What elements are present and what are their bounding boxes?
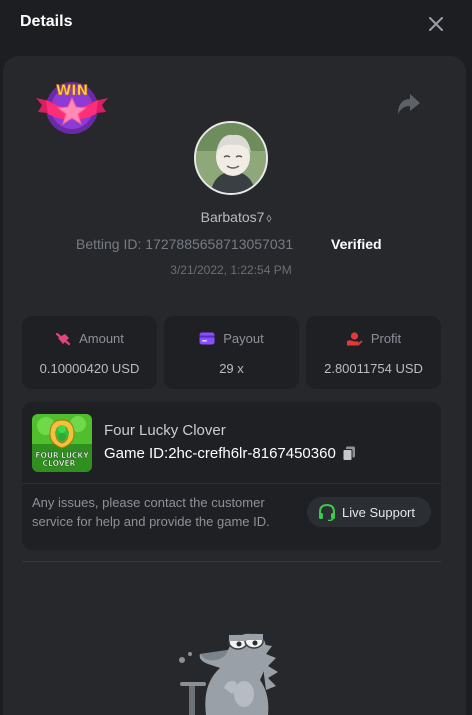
betting-id-value: 1727885658713057031	[145, 236, 294, 252]
betting-id-label: Betting ID:	[76, 236, 142, 252]
stat-amount-value: 0.10000420 USD	[39, 361, 140, 376]
game-name[interactable]: Four Lucky Clover	[104, 422, 226, 439]
share-button[interactable]	[396, 93, 422, 117]
username: Barbatos7 ◊	[200, 209, 272, 225]
stat-amount: Amount 0.10000420 USD	[22, 316, 157, 389]
amount-icon	[55, 332, 71, 345]
game-thumbnail[interactable]: FOUR LUCKY CLOVER	[32, 414, 92, 472]
close-button[interactable]	[424, 12, 448, 36]
payout-card-icon	[199, 332, 215, 345]
close-icon	[429, 17, 443, 31]
divider	[22, 483, 441, 484]
stat-payout-label: Payout	[223, 331, 264, 346]
game-id-label: Game ID:	[104, 445, 169, 462]
crocodile-mascot-icon	[179, 633, 278, 715]
live-support-label: Live Support	[342, 504, 415, 520]
verified-label: Verified	[331, 236, 382, 252]
modal-header: Details	[0, 0, 472, 48]
headset-icon	[319, 503, 335, 521]
stat-payout-value: 29 x	[219, 361, 244, 376]
bet-datetime: 3/21/2022, 1:22:54 PM	[170, 263, 292, 277]
stat-profit-value: 2.80011754 USD	[324, 361, 423, 376]
svg-text:WIN: WIN	[56, 83, 88, 99]
ethereum-icon: ◊	[266, 214, 272, 225]
stat-amount-label: Amount	[79, 331, 124, 346]
copy-icon[interactable]	[342, 446, 356, 462]
stat-payout: Payout 29 x	[164, 316, 299, 389]
win-badge-icon: WIN	[36, 82, 108, 134]
svg-text:CLOVER: CLOVER	[43, 459, 76, 468]
live-support-button[interactable]: Live Support	[307, 497, 431, 527]
game-id-value: 2hc-crefh6lr-8167450360	[168, 445, 336, 462]
support-message: Any issues, please contact the customer …	[32, 495, 270, 529]
game-id: Game ID:2hc-crefh6lr-8167450360	[104, 445, 356, 462]
profit-hand-icon	[346, 331, 363, 345]
avatar	[194, 121, 268, 195]
stat-profit: Profit 2.80011754 USD	[306, 316, 441, 389]
betting-id: Betting ID: 1727885658713057031	[76, 236, 293, 252]
game-card: FOUR LUCKY CLOVER Four Lucky Clover Game…	[22, 402, 441, 550]
stat-profit-label: Profit	[370, 331, 402, 346]
section-divider	[22, 561, 441, 562]
modal-title: Details	[20, 13, 73, 30]
share-icon	[398, 94, 420, 114]
